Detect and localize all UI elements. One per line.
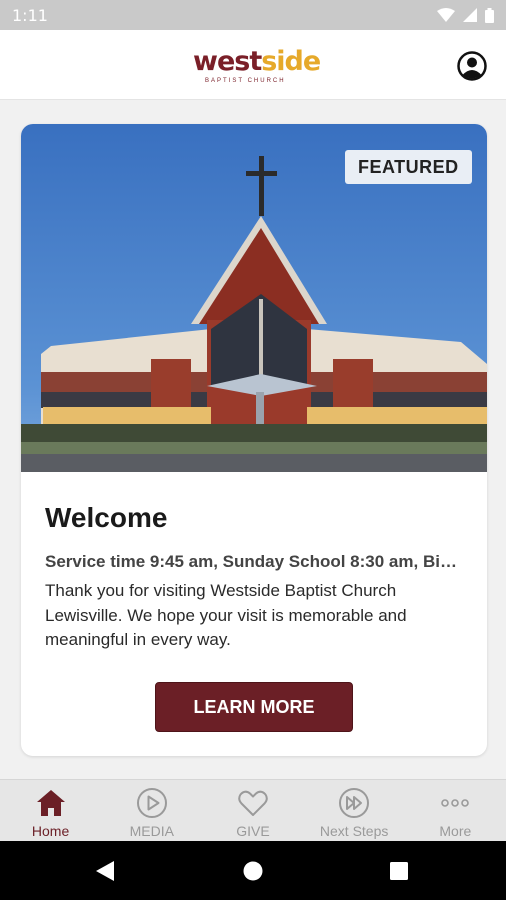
status-icons bbox=[437, 7, 494, 23]
tab-home[interactable]: Home bbox=[0, 780, 101, 842]
system-nav-bar bbox=[0, 841, 506, 900]
westside-logo[interactable]: westside BAPTIST CHURCH bbox=[193, 46, 321, 86]
bottom-nav: Home MEDIA GIVE Next Steps More bbox=[0, 779, 506, 841]
tab-label-more: More bbox=[439, 823, 472, 839]
app-header: westside BAPTIST CHURCH bbox=[0, 30, 506, 100]
status-bar: 1:11 bbox=[0, 0, 506, 30]
tab-media[interactable]: MEDIA bbox=[101, 780, 202, 842]
card-subtitle: Service time 9:45 am, Sunday School 8:30… bbox=[45, 552, 465, 571]
back-triangle-icon bbox=[96, 860, 114, 881]
tab-more[interactable]: More bbox=[405, 780, 506, 842]
home-circle-icon bbox=[243, 861, 263, 880]
logo-subtitle: BAPTIST CHURCH bbox=[205, 78, 286, 84]
tab-next-steps[interactable]: Next Steps bbox=[304, 780, 405, 842]
tab-label-give: GIVE bbox=[236, 823, 270, 839]
status-time: 1:11 bbox=[12, 5, 48, 25]
learn-more-button[interactable]: LEARN MORE bbox=[155, 682, 353, 732]
signal-icon bbox=[463, 8, 477, 22]
recents-button[interactable] bbox=[369, 841, 429, 900]
card-title: Welcome bbox=[45, 502, 168, 533]
featured-card[interactable]: FEATURED Welcome Service time 9:45 am, S… bbox=[21, 124, 487, 756]
tab-give[interactable]: GIVE bbox=[202, 780, 303, 842]
card-description: Thank you for visiting Westside Baptist … bbox=[45, 581, 407, 649]
battery-icon bbox=[485, 7, 494, 23]
tab-label-home: Home bbox=[31, 823, 70, 839]
tab-label-next-steps: Next Steps bbox=[319, 823, 389, 839]
more-dots-icon bbox=[439, 787, 471, 819]
home-system-button[interactable] bbox=[223, 841, 283, 900]
featured-badge: FEATURED bbox=[345, 150, 472, 184]
account-circle-icon bbox=[457, 51, 487, 81]
fast-forward-circle-icon bbox=[338, 787, 370, 819]
back-button[interactable] bbox=[75, 841, 135, 900]
wifi-icon bbox=[437, 8, 455, 22]
home-icon bbox=[35, 787, 67, 819]
recents-square-icon bbox=[390, 861, 408, 880]
logo-wordmark: westside bbox=[193, 46, 321, 77]
profile-button[interactable] bbox=[457, 51, 487, 81]
play-circle-icon bbox=[136, 787, 168, 819]
tab-label-media: MEDIA bbox=[129, 823, 174, 839]
heart-icon bbox=[237, 787, 269, 819]
